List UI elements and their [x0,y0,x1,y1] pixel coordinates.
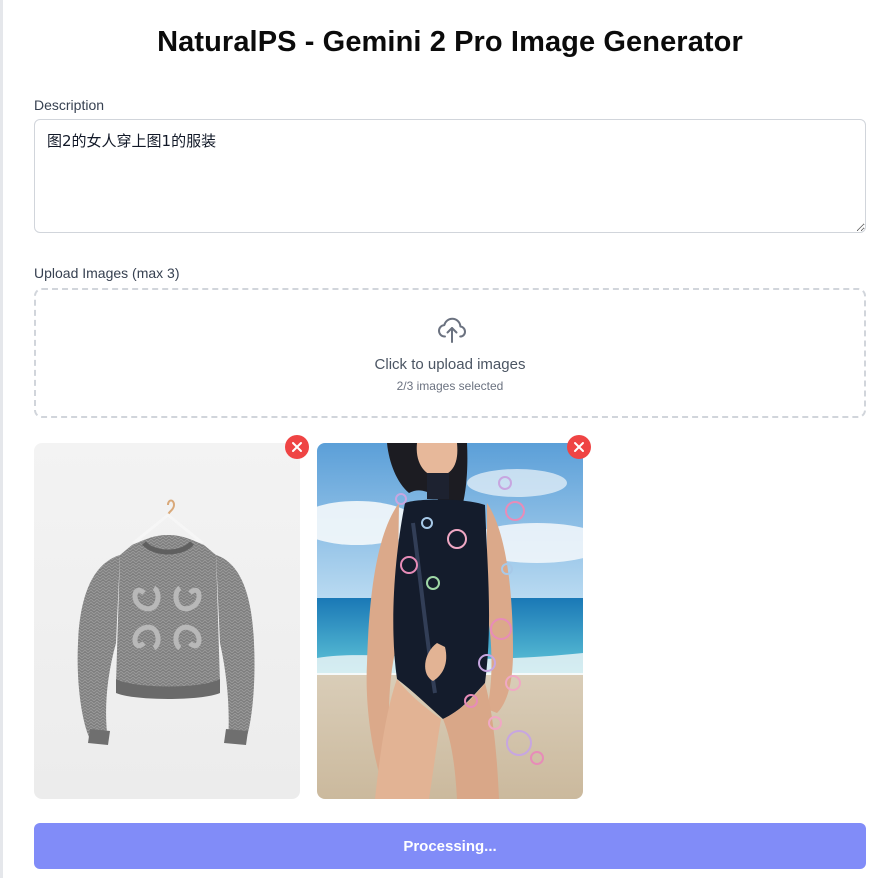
preview-image-2 [317,443,583,799]
page-left-border [0,0,3,878]
upload-count: 2/3 images selected [396,379,504,393]
page-title: NaturalPS - Gemini 2 Pro Image Generator [157,26,743,58]
description-label: Description [34,97,105,113]
remove-image-1-button[interactable] [285,435,309,459]
close-icon [574,442,584,452]
description-input[interactable]: 图2的女人穿上图1的服装 [34,119,866,233]
upload-dropzone[interactable]: Click to upload images 2/3 images select… [34,288,866,418]
remove-image-2-button[interactable] [567,435,591,459]
close-icon [292,442,302,452]
cloud-upload-icon [436,314,468,346]
generate-button[interactable]: Processing... [34,823,866,869]
preview-image-1 [34,443,300,799]
upload-prompt: Click to upload images [374,356,526,373]
upload-label: Upload Images (max 3) [34,265,180,281]
